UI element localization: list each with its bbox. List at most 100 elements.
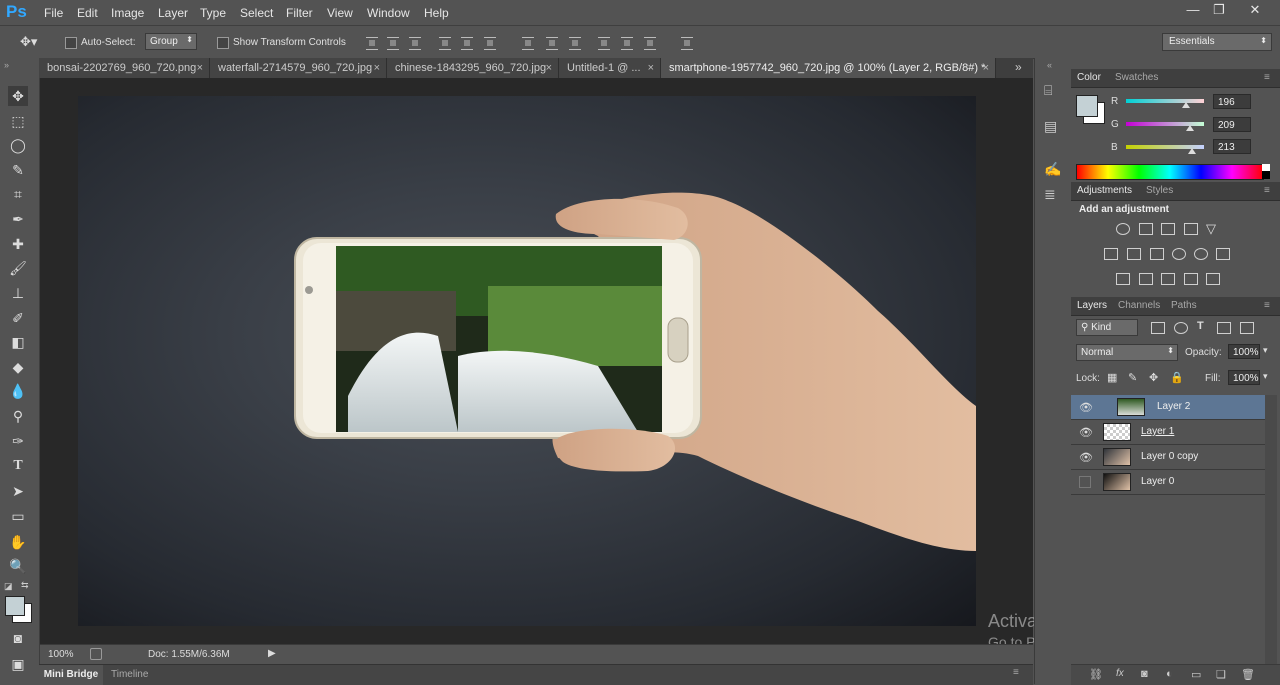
auto-align-icon[interactable] (681, 37, 693, 50)
tab-paths[interactable]: Paths (1171, 300, 1197, 311)
tab-channels[interactable]: Channels (1118, 300, 1160, 311)
tab-adjustments[interactable]: Adjustments (1077, 185, 1132, 196)
group-icon[interactable]: ▭ (1191, 668, 1201, 681)
align-right-icon[interactable] (484, 37, 496, 50)
menu-file[interactable]: File (44, 6, 63, 20)
opacity-arrow-icon[interactable]: ▾ (1263, 345, 1268, 356)
lock-transparent-icon[interactable]: ▦ (1107, 371, 1117, 384)
r-value[interactable]: 196 (1213, 94, 1251, 109)
close-icon[interactable]: × (546, 58, 552, 78)
tab-swatches[interactable]: Swatches (1115, 72, 1158, 83)
opacity-value[interactable]: 100% (1228, 344, 1260, 359)
distribute-hcenter-icon[interactable] (621, 37, 633, 50)
menu-window[interactable]: Window (367, 6, 410, 20)
invert-icon[interactable] (1116, 273, 1130, 285)
path-select-tool-icon[interactable]: ➤ (8, 481, 28, 501)
collapse-strip-icon[interactable]: « (1047, 60, 1052, 70)
foreground-color-swatch[interactable] (5, 596, 25, 616)
tab-timeline[interactable]: Timeline (111, 669, 148, 680)
auto-select-dropdown[interactable]: Group ⬍ (145, 33, 197, 50)
levels-icon[interactable] (1139, 223, 1153, 235)
adjustment-icon[interactable]: ◐ (1166, 668, 1173, 680)
zoom-level[interactable]: 100% (48, 649, 74, 660)
link-icon[interactable]: ⛓ (1089, 668, 1103, 681)
history-brush-tool-icon[interactable]: ✐ (8, 308, 28, 328)
distribute-bottom-icon[interactable] (569, 37, 581, 50)
brush-tool-icon[interactable]: 🖌 (8, 258, 28, 278)
distribute-right-icon[interactable] (644, 37, 656, 50)
layer-name[interactable]: Layer 0 (1141, 476, 1174, 487)
tab-mini-bridge[interactable]: Mini Bridge (39, 665, 103, 685)
fx-icon[interactable]: fx (1116, 668, 1124, 679)
menu-view[interactable]: View (327, 6, 353, 20)
menu-filter[interactable]: Filter (286, 6, 313, 20)
layer-row[interactable]: 👁 Layer 2 (1071, 395, 1265, 420)
lock-all-icon[interactable]: 🔒 (1170, 371, 1184, 384)
close-icon[interactable]: × (374, 58, 380, 78)
filter-type-icon[interactable]: T (1197, 320, 1204, 332)
color-fg-swatch[interactable] (1076, 95, 1098, 117)
color-balance-icon[interactable] (1127, 248, 1141, 260)
r-slider[interactable] (1126, 99, 1204, 103)
distribute-left-icon[interactable] (598, 37, 610, 50)
document-tab-active[interactable]: smartphone-1957742_960_720.jpg @ 100% (L… (661, 58, 996, 78)
blend-mode-dropdown[interactable]: Normal ⬍ (1076, 344, 1178, 361)
panel-menu-icon[interactable]: ≡ (1013, 667, 1019, 678)
layer-row[interactable]: 👁 Layer 0 copy (1071, 445, 1265, 470)
align-top-icon[interactable] (366, 37, 378, 50)
document-tab[interactable]: bonsai-2202769_960_720.png × (39, 58, 210, 78)
gradient-map-icon[interactable] (1206, 273, 1220, 285)
status-share-icon[interactable] (90, 648, 102, 660)
filter-smart-object-icon[interactable] (1240, 322, 1254, 334)
close-icon[interactable]: × (648, 58, 654, 78)
lasso-tool-icon[interactable]: ◯ (8, 135, 28, 155)
blur-tool-icon[interactable]: 💧 (8, 381, 28, 401)
layer-name[interactable]: Layer 2 (1157, 401, 1190, 412)
layer-filter-dropdown[interactable]: ⚲ Kind (1076, 319, 1138, 336)
zoom-tool-icon[interactable]: 🔍 (8, 556, 28, 576)
fill-value[interactable]: 100% (1228, 370, 1260, 385)
default-colors-icon[interactable]: ◪ (4, 581, 13, 592)
hand-tool-icon[interactable]: ✋ (8, 532, 28, 552)
brightness-contrast-icon[interactable] (1116, 223, 1130, 235)
tab-overflow-icon[interactable]: » (1015, 60, 1022, 74)
align-vcenter-icon[interactable] (387, 37, 399, 50)
new-layer-icon[interactable]: ❏ (1216, 668, 1226, 681)
tab-color[interactable]: Color (1077, 72, 1101, 83)
vibrance-icon[interactable]: ▽ (1206, 221, 1216, 237)
align-bottom-icon[interactable] (409, 37, 421, 50)
posterize-icon[interactable] (1139, 273, 1153, 285)
quick-mask-icon[interactable]: ◙ (8, 628, 28, 648)
filter-adjustment-icon[interactable] (1174, 322, 1188, 334)
filter-pixel-icon[interactable] (1151, 322, 1165, 334)
menu-image[interactable]: Image (111, 6, 144, 20)
hue-saturation-icon[interactable] (1104, 248, 1118, 260)
tab-layers[interactable]: Layers (1077, 300, 1107, 311)
lock-position-icon[interactable]: ✥ (1149, 371, 1158, 384)
screen-mode-icon[interactable]: ▣ (8, 654, 28, 674)
layer-row[interactable]: 👁 Layer 1 (1071, 420, 1265, 445)
layer-row[interactable]: Layer 0 (1071, 470, 1265, 495)
eraser-tool-icon[interactable]: ◧ (8, 332, 28, 352)
collapse-toolbox-icon[interactable]: » (4, 60, 9, 70)
layers-scrollbar[interactable] (1265, 395, 1277, 666)
menu-help[interactable]: Help (424, 6, 449, 20)
document-canvas[interactable] (78, 96, 976, 626)
visibility-off-box[interactable] (1079, 476, 1091, 488)
spectrum-black[interactable] (1262, 171, 1270, 179)
mask-icon[interactable]: ◙ (1141, 668, 1148, 680)
healing-brush-tool-icon[interactable]: ✚ (8, 234, 28, 254)
panel-menu-icon[interactable]: ≡ (1264, 185, 1270, 196)
visibility-eye-icon[interactable]: 👁 (1079, 426, 1093, 439)
r-slider-knob[interactable] (1182, 102, 1191, 108)
move-tool-icon[interactable]: ✥ (8, 86, 28, 106)
menu-layer[interactable]: Layer (158, 6, 188, 20)
workspace-dropdown[interactable]: Essentials ⬍ (1162, 33, 1272, 51)
align-hcenter-icon[interactable] (461, 37, 473, 50)
layer-name[interactable]: Layer 1 (1141, 426, 1174, 437)
paint-bucket-tool-icon[interactable]: ◆ (8, 357, 28, 377)
rectangle-tool-icon[interactable]: ▭ (8, 506, 28, 526)
g-slider-knob[interactable] (1185, 125, 1194, 131)
visibility-eye-icon[interactable]: 👁 (1079, 401, 1093, 414)
fill-arrow-icon[interactable]: ▾ (1263, 371, 1268, 382)
